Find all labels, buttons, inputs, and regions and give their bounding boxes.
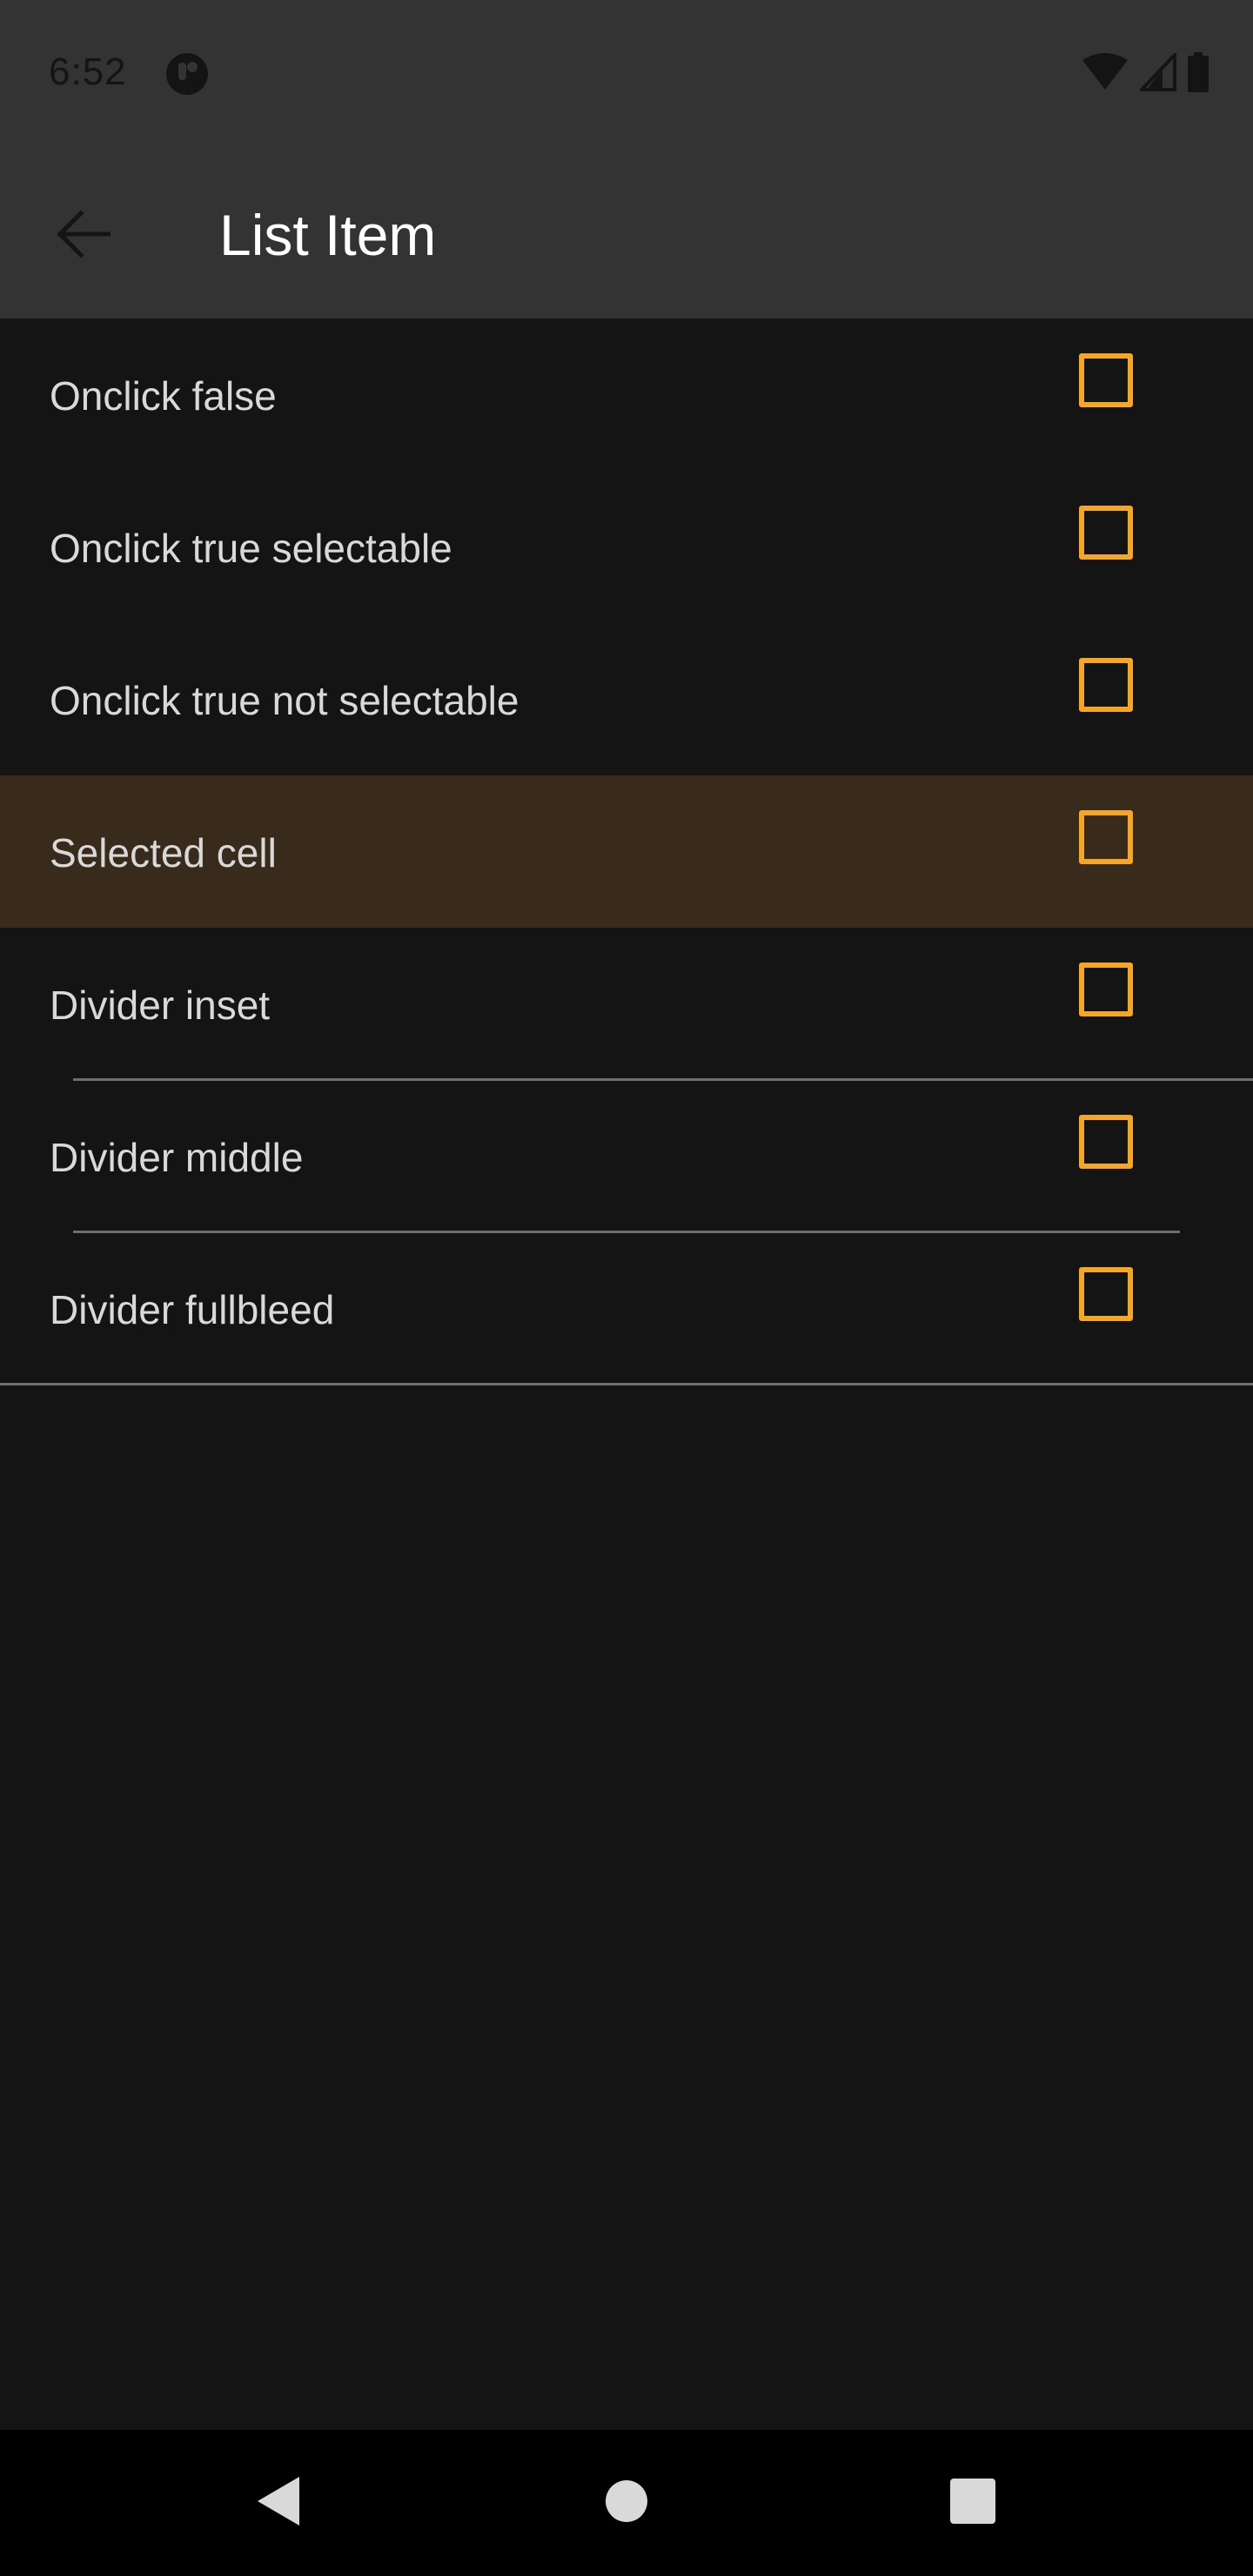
- arrow-back-icon: [55, 209, 111, 263]
- app-notification-icon: [165, 52, 209, 96]
- list-item-label: Onclick false: [50, 373, 277, 419]
- checkbox[interactable]: [1079, 1115, 1133, 1169]
- nav-home-button[interactable]: [583, 2459, 670, 2546]
- page-title: List Item: [219, 203, 437, 267]
- list-item-divider-fullbleed[interactable]: Divider fullbleed: [0, 1232, 1253, 1385]
- nav-recents-icon: [949, 2478, 996, 2529]
- status-bar: 6:52: [0, 0, 1253, 148]
- status-icons: [1081, 50, 1209, 97]
- nav-recents-button[interactable]: [929, 2459, 1016, 2546]
- list-item-onclick-true-not-selectable[interactable]: Onclick true not selectable: [0, 623, 1253, 775]
- list-item-label: Divider inset: [50, 983, 271, 1028]
- nav-back-icon: [254, 2473, 303, 2533]
- list-item-label: Onclick true selectable: [50, 526, 452, 571]
- nav-back-button[interactable]: [235, 2459, 322, 2546]
- checkbox[interactable]: [1079, 810, 1133, 864]
- back-button[interactable]: [35, 188, 131, 284]
- checkbox[interactable]: [1079, 353, 1133, 407]
- list: Onclick false Onclick true selectable On…: [0, 319, 1253, 1385]
- list-item-selected-cell[interactable]: Selected cell: [0, 775, 1253, 928]
- divider-fullbleed: [0, 1383, 1253, 1385]
- status-time: 6:52: [49, 50, 127, 93]
- wifi-icon: [1081, 52, 1129, 96]
- checkbox[interactable]: [1079, 658, 1133, 712]
- list-item-label: Onclick true not selectable: [50, 678, 519, 723]
- list-item-onclick-false[interactable]: Onclick false: [0, 319, 1253, 471]
- list-item-divider-middle[interactable]: Divider middle: [0, 1080, 1253, 1233]
- list-item-label: Divider fullbleed: [50, 1287, 335, 1332]
- checkbox[interactable]: [1079, 963, 1133, 1016]
- app-bar: List Item: [0, 148, 1253, 319]
- battery-icon: [1187, 51, 1209, 97]
- system-nav-bar: [0, 2430, 1253, 2576]
- signal-icon: [1137, 50, 1176, 96]
- list-item-label: Selected cell: [50, 830, 277, 875]
- checkbox[interactable]: [1079, 1267, 1133, 1321]
- list-item-onclick-true-selectable[interactable]: Onclick true selectable: [0, 471, 1253, 623]
- list-item-label: Divider middle: [50, 1135, 304, 1180]
- list-item-divider-inset[interactable]: Divider inset: [0, 928, 1253, 1081]
- nav-home-icon: [604, 2479, 649, 2528]
- screen: 6:52 List Item Onclick false Onclick tru…: [0, 0, 1253, 2576]
- checkbox[interactable]: [1079, 506, 1133, 560]
